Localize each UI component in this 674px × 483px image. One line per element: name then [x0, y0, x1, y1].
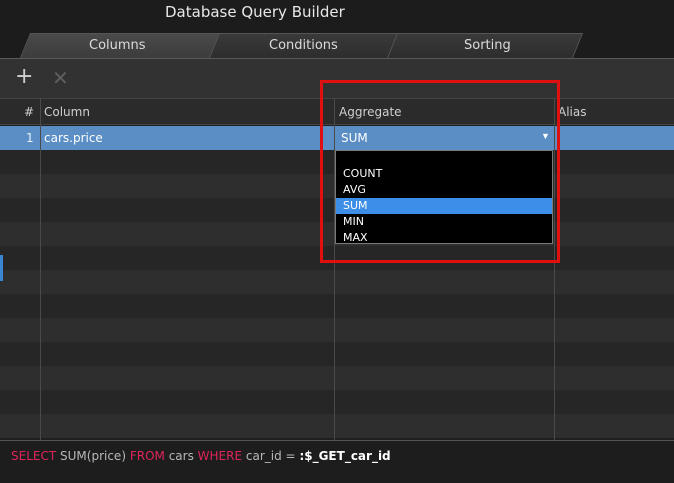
table-row	[0, 318, 674, 342]
table-row	[0, 294, 674, 318]
table-row	[0, 390, 674, 414]
table-row	[0, 414, 674, 438]
table-row	[0, 270, 674, 294]
tab-columns-label: Columns	[89, 38, 146, 53]
table-row	[0, 342, 674, 366]
header-num: #	[24, 105, 35, 119]
header-column[interactable]: Column	[44, 105, 90, 119]
row-num: 1	[26, 131, 34, 145]
sql-select-keyword: SELECT	[11, 449, 57, 463]
sql-condition: car_id =	[245, 449, 296, 463]
title-bar: Database Query Builder	[0, 0, 674, 28]
sql-where-keyword: WHERE	[197, 449, 243, 463]
window-title: Database Query Builder	[165, 3, 345, 21]
column-divider[interactable]	[40, 98, 41, 440]
close-icon: ✕	[52, 66, 69, 90]
row-indicator	[0, 255, 3, 281]
sql-from-keyword: FROM	[129, 449, 165, 463]
row-column[interactable]: cars.price	[44, 131, 103, 145]
highlight-box	[320, 80, 560, 263]
sql-expression: SUM(price)	[60, 449, 126, 463]
sql-preview: SELECT SUM(price) FROM cars WHERE car_id…	[0, 440, 674, 483]
tab-sorting-label: Sorting	[464, 38, 511, 53]
plus-icon[interactable]: +	[15, 66, 33, 88]
sql-statement: SELECT SUM(price) FROM cars WHERE car_id…	[11, 449, 391, 463]
sql-parameter: :$_GET_car_id	[299, 449, 391, 463]
table-row	[0, 366, 674, 390]
header-alias[interactable]: Alias	[558, 105, 586, 119]
tab-strip: Columns Conditions Sorting	[0, 28, 674, 58]
sql-table: cars	[168, 449, 194, 463]
tab-conditions-label: Conditions	[269, 38, 338, 53]
